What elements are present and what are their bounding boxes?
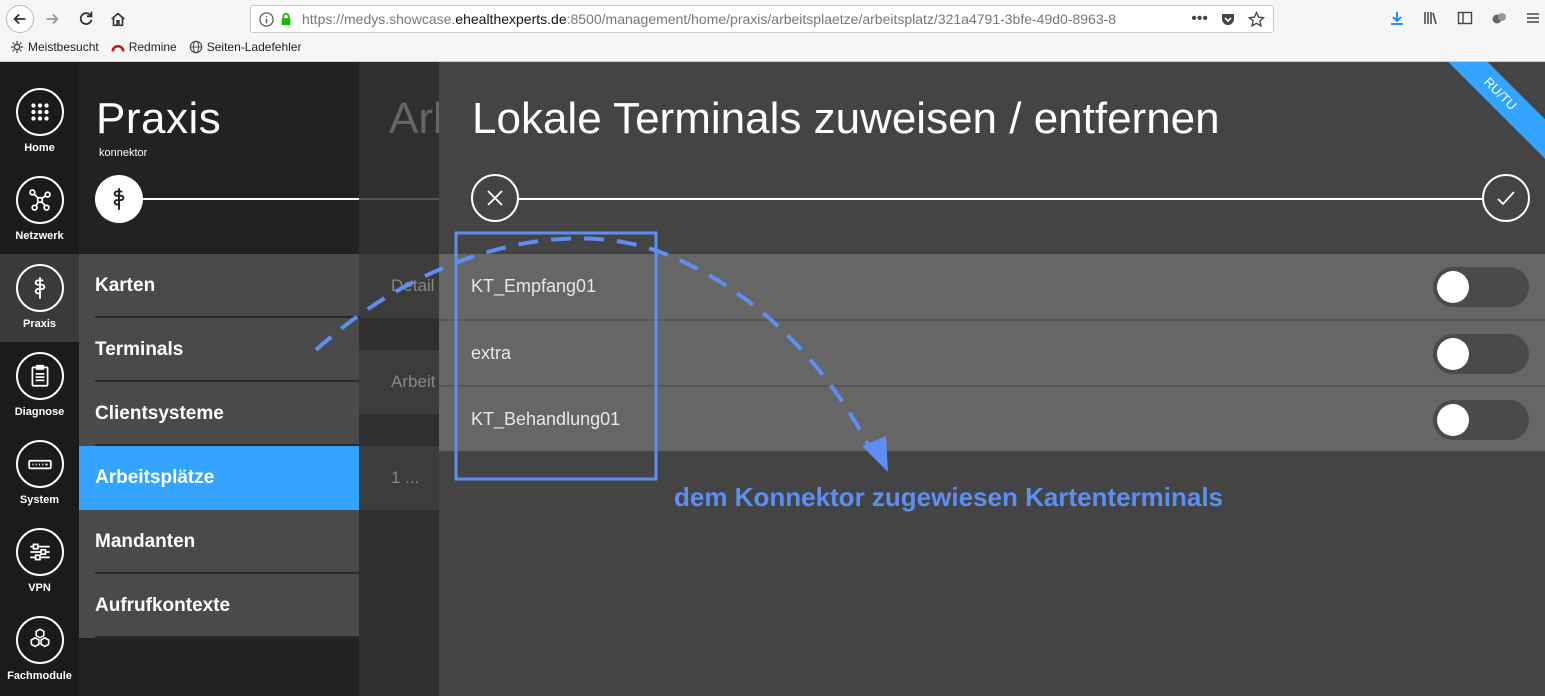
terminal-name: KT_Behandlung01 [471,408,621,429]
home-button[interactable] [104,5,132,33]
caduceus-icon [15,264,64,312]
page-title: Praxis [96,94,222,143]
nav-label: Home [24,142,55,154]
gear-icon [10,40,24,54]
url-prefix: https://medys.showcase. [302,11,456,27]
browser-chrome: https://medys.showcase.ehealthexperts.de… [0,0,1545,62]
globe-icon [189,40,202,54]
terminal-row: extra [439,319,1545,385]
terminal-toggle[interactable] [1433,400,1529,440]
toggle-knob [1437,271,1469,303]
praxis-panel: Praxis konnektor Karten Terminals Client… [79,62,359,696]
nav-diagnose[interactable]: Diagnose [0,342,79,430]
dialog-title: Lokale Terminals zuweisen / entfernen [472,94,1220,143]
terminal-toggle[interactable] [1433,267,1529,307]
terminal-name: KT_Empfang01 [471,276,597,296]
bookmark-star-icon[interactable] [1248,10,1265,28]
sliders-icon [15,528,64,576]
praxis-menu: Karten Terminals Clientsysteme Arbeitspl… [79,254,359,638]
download-icon[interactable] [1387,8,1407,28]
server-icon [15,440,64,488]
lock-icon [276,9,296,29]
menu-item-clientsysteme[interactable]: Clientsysteme [79,382,359,446]
caduceus-icon [113,188,125,210]
toggle-knob [1437,338,1469,370]
divider [495,198,1485,200]
annotation-caption: dem Konnektor zugewiesen Kartenterminals [674,482,1224,512]
nav-label: Praxis [22,318,57,330]
menu-item-arbeitsplaetze[interactable]: Arbeitsplätze [79,446,359,510]
arrow-right-icon [46,13,59,25]
list-row[interactable]: 1 ... [359,446,439,510]
menu-item-terminals[interactable]: Terminals [79,318,359,382]
hexagons-icon [15,616,64,664]
terminal-row: KT_Behandlung01 [439,385,1545,451]
menu-item-karten[interactable]: Karten [79,254,359,318]
version-ribbon: RU/TU [1429,62,1545,165]
menu-item-aufrufkontexte[interactable]: Aufrufkontexte [79,574,359,638]
grid-icon [15,88,64,136]
arrow-left-icon [13,13,26,25]
nav-label: Diagnose [14,406,65,418]
forward-button[interactable] [38,5,66,33]
main-nav: Home Netzwerk Praxis Diagnose System VPN… [0,62,79,696]
nav-label: VPN [28,582,51,594]
url-host: ehealthexperts.de [455,11,567,27]
nav-fachmodule[interactable]: Fachmodule [0,606,79,694]
nav-label: Netzwerk [15,230,64,242]
menu-icon[interactable] [1523,8,1543,28]
arbeitsplatz-row[interactable]: Arbeit [359,350,439,414]
sidebar-icon[interactable] [1455,8,1475,28]
panel-title: Arb [389,94,439,143]
close-icon [487,190,503,206]
assign-terminals-dialog: Lokale Terminals zuweisen / entfernen RU… [439,62,1545,696]
divider [359,198,439,200]
library-icon[interactable] [1421,8,1441,28]
back-button[interactable] [6,5,34,33]
app-container: Home Netzwerk Praxis Diagnose System VPN… [0,62,1545,696]
toggle-knob [1437,404,1469,436]
detail-row[interactable]: Detail [359,254,439,318]
info-icon[interactable] [256,9,276,29]
nav-system[interactable]: System [0,430,79,518]
bookmark-meistbesucht[interactable]: Meistbesucht [10,40,99,54]
more-actions-icon[interactable]: ••• [1191,10,1208,28]
nav-netzwerk[interactable]: Netzwerk [0,166,79,254]
checkmark-icon [1497,191,1515,206]
terminal-row: KT_Empfang01 [439,254,1545,319]
bookmarks-bar: Meistbesucht Redmine Seiten-Ladefehler [10,40,301,54]
page-subtitle: konnektor [99,147,148,159]
nav-label: Fachmodule [7,670,72,682]
url-path: :8500/management/home/praxis/arbeitsplae… [566,11,1117,27]
terminal-toggle[interactable] [1433,334,1529,374]
reload-button[interactable] [72,5,100,33]
nav-label: System [19,494,60,506]
home-icon [111,12,125,27]
extension-icon[interactable] [1489,8,1509,28]
url-text: https://medys.showcase.ehealthexperts.de… [302,11,1191,27]
terminal-list: KT_Empfang01 extra KT_Behandlung01 [439,254,1545,451]
nav-home[interactable]: Home [0,78,79,166]
nav-vpn[interactable]: VPN [0,518,79,606]
clipboard-icon [15,352,64,400]
confirm-button[interactable] [1482,174,1530,222]
divider [119,198,359,200]
bookmark-label: Seiten-Ladefehler [206,40,302,54]
bookmark-redmine[interactable]: Redmine [111,40,177,54]
nav-praxis[interactable]: Praxis [0,254,79,342]
bookmark-label: Meistbesucht [28,40,99,54]
bookmark-label: Redmine [128,40,177,54]
menu-item-mandanten[interactable]: Mandanten [79,510,359,574]
network-icon [15,176,64,224]
praxis-badge [95,175,143,223]
redmine-icon [111,44,125,52]
reload-icon [79,11,93,25]
arbeitsplatz-panel: Arb Detail Arbeit 1 ... [359,62,439,696]
url-bar[interactable]: https://medys.showcase.ehealthexperts.de… [250,5,1274,33]
close-button[interactable] [471,174,519,222]
bookmark-seiten-ladefehler[interactable]: Seiten-Ladefehler [189,40,302,54]
terminal-name: extra [471,342,512,363]
pocket-icon[interactable] [1220,11,1236,27]
